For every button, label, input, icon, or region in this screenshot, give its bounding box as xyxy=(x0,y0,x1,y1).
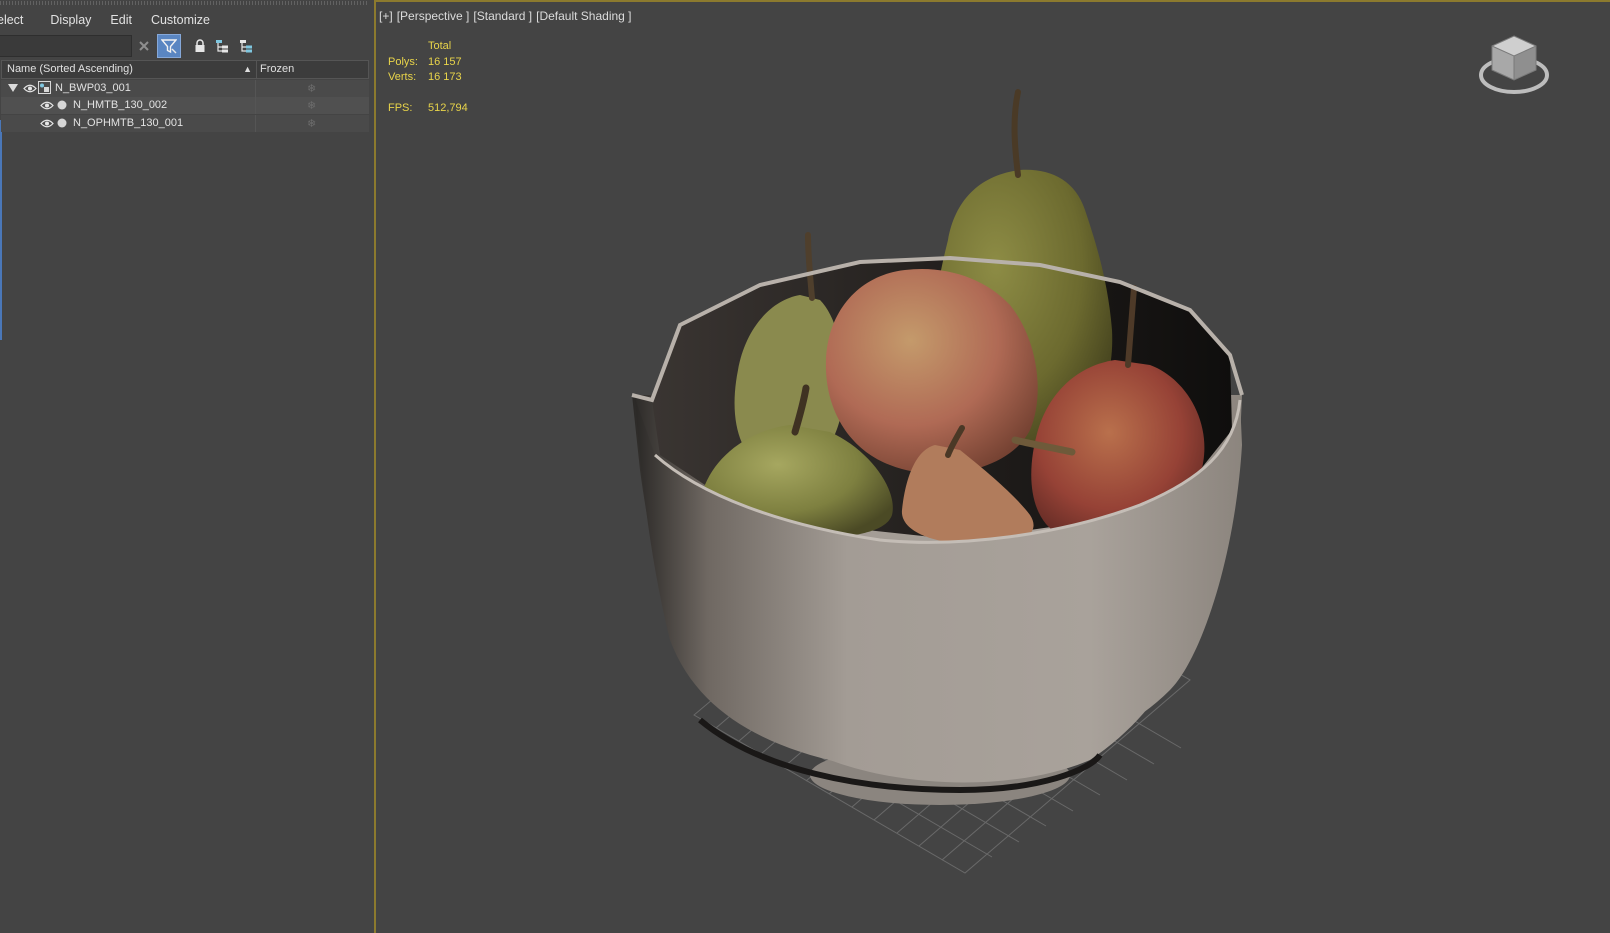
tree-row-name-cell: N_HMTB_130_002 xyxy=(1,97,256,114)
scene-explorer-panel: elect Display Edit Customize Name (Sorte… xyxy=(0,0,374,933)
verts-label: Verts: xyxy=(388,71,417,83)
viewport-standard-menu[interactable]: [Standard ] xyxy=(473,9,532,23)
close-icon xyxy=(139,41,149,51)
tree-row-name-cell: N_OPHMTB_130_001 xyxy=(1,115,256,132)
sphere-object-icon xyxy=(57,118,67,128)
tree-row-object[interactable]: N_HMTB_130_002 ❄ xyxy=(1,97,369,114)
tree-row-name-cell: N_BWP03_001 xyxy=(1,80,256,97)
lock-button[interactable] xyxy=(189,35,211,57)
hierarchy-icon xyxy=(216,40,228,53)
column-header-name[interactable]: Name (Sorted Ascending) ▲ xyxy=(2,61,257,78)
tree-row-label: N_HMTB_130_002 xyxy=(73,99,168,111)
sphere-object-icon xyxy=(57,100,67,110)
menu-edit[interactable]: Edit xyxy=(110,11,132,31)
lock-icon xyxy=(195,39,205,52)
tree-row-group[interactable]: N_BWP03_001 ❄ xyxy=(1,80,369,97)
tree-row-label: N_BWP03_001 xyxy=(55,82,131,94)
polys-label: Polys: xyxy=(388,56,418,68)
sort-ascending-icon: ▲ xyxy=(243,64,252,74)
tree-row-label: N_OPHMTB_130_001 xyxy=(73,117,184,129)
panel-grip[interactable] xyxy=(0,1,368,5)
menu-customize[interactable]: Customize xyxy=(151,11,210,31)
menu-select[interactable]: elect xyxy=(0,11,23,31)
column-header-frozen-label: Frozen xyxy=(260,63,295,75)
column-header-frozen[interactable]: Frozen xyxy=(257,61,297,78)
frozen-cell[interactable]: ❄ xyxy=(256,115,369,132)
hierarchy-button[interactable] xyxy=(211,35,233,57)
tree-row-object[interactable]: N_OPHMTB_130_001 ❄ xyxy=(1,115,369,132)
perspective-viewport[interactable]: [+] [Perspective ] [Standard ] [Default … xyxy=(376,0,1610,933)
snowflake-icon[interactable]: ❄ xyxy=(307,99,316,112)
expand-triangle-icon[interactable] xyxy=(8,84,18,92)
filter-icon xyxy=(161,39,177,54)
snowflake-icon[interactable]: ❄ xyxy=(307,82,316,95)
menu-display[interactable]: Display xyxy=(50,11,91,31)
snowflake-icon[interactable]: ❄ xyxy=(307,117,316,130)
eye-icon[interactable] xyxy=(40,101,54,110)
polys-value: 16 157 xyxy=(428,56,462,68)
scene-render xyxy=(631,89,1244,874)
eye-icon[interactable] xyxy=(40,119,54,128)
hierarchy-alt-button[interactable] xyxy=(235,35,257,57)
eye-icon[interactable] xyxy=(23,84,37,93)
fps-label: FPS: xyxy=(388,102,413,114)
frozen-cell[interactable]: ❄ xyxy=(256,97,369,114)
explorer-column-header: Name (Sorted Ascending) ▲ Frozen xyxy=(1,60,369,79)
frozen-cell[interactable]: ❄ xyxy=(256,80,369,97)
viewport-shading-menu[interactable]: [Default Shading ] xyxy=(536,9,631,23)
filter-button[interactable] xyxy=(157,34,181,58)
search-input[interactable] xyxy=(0,35,132,57)
panel-edge-indicator xyxy=(0,120,3,340)
viewcube-icon[interactable] xyxy=(1476,30,1552,100)
viewport-label-menu: [+] [Perspective ] [Standard ] [Default … xyxy=(379,9,632,23)
stats-header: Total xyxy=(428,40,452,52)
fps-value: 512,794 xyxy=(428,102,468,114)
viewport-general-menu[interactable]: [+] xyxy=(379,9,393,23)
column-header-name-label: Name (Sorted Ascending) xyxy=(7,63,133,75)
explorer-toolbar xyxy=(0,34,374,59)
explorer-menubar: elect Display Edit Customize xyxy=(0,11,210,31)
verts-value: 16 173 xyxy=(428,71,462,83)
hierarchy-alt-icon xyxy=(240,40,252,53)
clear-search-button[interactable] xyxy=(133,35,155,57)
group-object-icon xyxy=(38,81,51,94)
viewport-pov-menu[interactable]: [Perspective ] xyxy=(397,9,470,23)
